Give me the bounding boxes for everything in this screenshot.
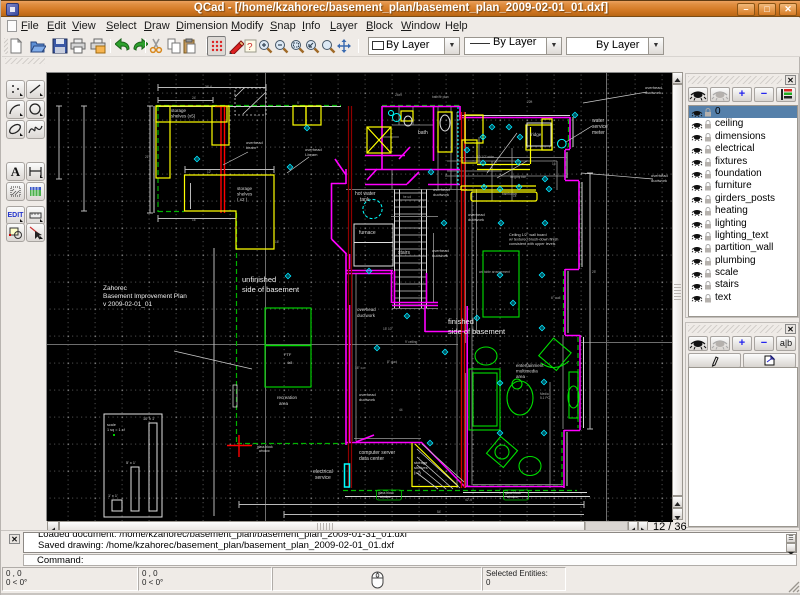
svg-text:24x9: 24x9 bbox=[395, 93, 402, 97]
svg-text:16': 16' bbox=[275, 240, 280, 244]
svg-text:wd table arrangement: wd table arrangement bbox=[479, 270, 510, 274]
svg-text:16: 16 bbox=[552, 162, 556, 166]
svg-text:4x8: 4x8 bbox=[287, 361, 292, 365]
svg-text:16: 16 bbox=[192, 218, 196, 222]
svg-text:10 1/2' wide: 10 1/2' wide bbox=[477, 155, 494, 159]
svg-text:9': 9' bbox=[297, 101, 300, 105]
svg-text:bath/flr plan: bath/flr plan bbox=[432, 95, 449, 99]
svg-text:finished: finished bbox=[448, 317, 474, 326]
svg-text:multimedia: multimedia bbox=[516, 369, 538, 374]
svg-text:ductwork: ductwork bbox=[433, 192, 449, 197]
svg-text:ductwork: ductwork bbox=[357, 313, 376, 318]
svg-text:Ceiling 1/2" wall board: Ceiling 1/2" wall board bbox=[509, 233, 547, 237]
svg-text:( x2 ): ( x2 ) bbox=[237, 197, 248, 202]
svg-text:v 2009-02-01_01: v 2009-02-01_01 bbox=[103, 301, 153, 308]
svg-text:ductwork: ductwork bbox=[359, 397, 375, 402]
svg-text:(x2): (x2) bbox=[414, 470, 422, 475]
svg-text:1x: 1x bbox=[513, 194, 517, 198]
svg-text:25': 25' bbox=[592, 270, 597, 274]
svg-text:?: ? bbox=[247, 42, 253, 53]
svg-text:1' x 1': 1' x 1' bbox=[108, 494, 118, 498]
svg-text:side of basement: side of basement bbox=[242, 285, 300, 294]
svg-text:unfinished: unfinished bbox=[242, 275, 276, 284]
svg-text:15' 10": 15' 10" bbox=[383, 327, 393, 331]
svg-text:I-beam: I-beam bbox=[305, 152, 318, 157]
svg-text:54': 54' bbox=[437, 510, 442, 514]
svg-text:9' ceiling: 9' ceiling bbox=[405, 340, 418, 344]
svg-text:Zahorec: Zahorec bbox=[103, 285, 128, 292]
svg-text:44: 44 bbox=[399, 408, 403, 412]
svg-text:1 sq = 1 sf: 1 sq = 1 sf bbox=[107, 428, 126, 432]
svg-text:service: service bbox=[315, 475, 331, 481]
svg-text:overhead: overhead bbox=[357, 307, 376, 312]
svg-text:ductwork: ductwork bbox=[432, 253, 448, 258]
svg-text:storage: storage bbox=[237, 186, 253, 191]
svg-text:side of basement: side of basement bbox=[448, 327, 506, 336]
svg-text:bath: bath bbox=[418, 130, 428, 136]
svg-text:data center: data center bbox=[359, 456, 384, 462]
svg-text:window: window bbox=[380, 495, 391, 499]
svg-text:ductwork: ductwork bbox=[651, 178, 667, 183]
svg-text:FTF: FTF bbox=[284, 352, 292, 357]
svg-text:6" wall: 6" wall bbox=[551, 296, 561, 300]
svg-text:scale: scale bbox=[107, 423, 116, 427]
svg-text:area: area bbox=[516, 374, 526, 379]
svg-text:window: window bbox=[507, 495, 518, 499]
svg-text:ductwork: ductwork bbox=[645, 90, 661, 95]
svg-text:8" duct: 8" duct bbox=[387, 360, 397, 364]
svg-text:21': 21' bbox=[145, 155, 150, 159]
svg-text:area: area bbox=[279, 401, 289, 406]
svg-text:36'-6: 36'-6 bbox=[205, 85, 212, 89]
svg-text:recreation: recreation bbox=[277, 395, 298, 400]
svg-text:shelves (x5): shelves (x5) bbox=[171, 114, 196, 119]
svg-text:12': 12' bbox=[207, 170, 212, 174]
svg-text:entertainment: entertainment bbox=[516, 363, 544, 368]
svg-text:tank: tank bbox=[360, 197, 370, 203]
svg-text:8': 8' bbox=[495, 160, 498, 164]
svg-text:5' x 1': 5' x 1' bbox=[126, 461, 136, 465]
svg-text:window: window bbox=[259, 449, 270, 453]
svg-text:w/ textured brush-down finish: w/ textured brush-down finish bbox=[509, 238, 558, 242]
svg-text:storage: storage bbox=[171, 108, 187, 113]
svg-text:lengthy bar: lengthy bar bbox=[510, 175, 527, 179]
svg-text:shelves: shelves bbox=[237, 192, 253, 197]
svg-text:16" o.c.: 16" o.c. bbox=[355, 366, 366, 370]
svg-text:Basement Improvement Plan: Basement Improvement Plan bbox=[103, 293, 187, 300]
svg-text:22ft: 22ft bbox=[527, 100, 532, 104]
svg-text:ductwork: ductwork bbox=[468, 217, 484, 222]
svg-text:42'-6: 42'-6 bbox=[465, 498, 472, 502]
svg-text:meter: meter bbox=[592, 130, 605, 136]
svg-text:he ud: he ud bbox=[403, 195, 411, 199]
svg-text:fridge: fridge bbox=[530, 132, 542, 137]
svg-text:stairs: stairs bbox=[398, 250, 410, 256]
svg-text:beam: beam bbox=[246, 145, 257, 150]
svg-text:consistent with upper levels: consistent with upper levels bbox=[509, 242, 556, 246]
svg-text:furnace: furnace bbox=[359, 230, 376, 236]
svg-text:5.1 PC: 5.1 PC bbox=[540, 396, 550, 400]
svg-text:24': 24' bbox=[192, 96, 197, 100]
svg-text:10' x 1': 10' x 1' bbox=[143, 417, 155, 421]
